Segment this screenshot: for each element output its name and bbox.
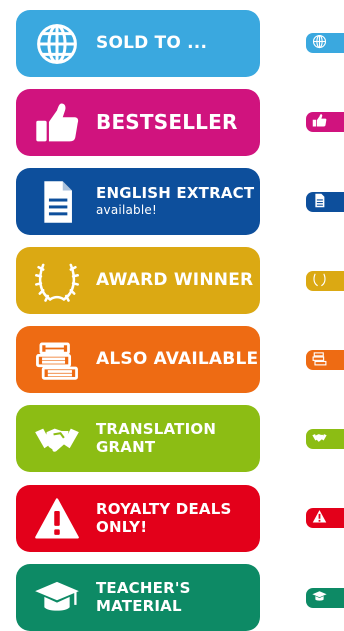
- badge-royalty-deals[interactable]: ROYALTY DEALS ONLY!: [16, 485, 260, 552]
- badge-label: ALSO AVAILABLE: [96, 348, 259, 369]
- badge-sublabel: available!: [96, 203, 157, 218]
- badge-sold-to[interactable]: SOLD TO ...: [16, 10, 260, 77]
- laurel-wreath-icon: [312, 272, 327, 291]
- graduation-cap-icon: [312, 589, 327, 608]
- handshake-icon: [312, 430, 327, 449]
- badge-english-extract[interactable]: ENGLISH EXTRACT available!: [16, 168, 260, 235]
- badge-award-winner[interactable]: AWARD WINNER: [16, 247, 260, 314]
- badge-teachers-material[interactable]: TEACHER'S MATERIAL: [16, 564, 260, 631]
- laurel-wreath-icon: [30, 254, 84, 308]
- badge-translation-grant[interactable]: TRANSLATION GRANT: [16, 405, 260, 472]
- badge-label: SOLD TO ...: [96, 32, 208, 53]
- badge-text: ENGLISH EXTRACT available!: [96, 183, 255, 218]
- warning-icon: [30, 492, 84, 546]
- mini-badge-teachers-material[interactable]: [306, 588, 344, 608]
- badge-also-available[interactable]: ALSO AVAILABLE: [16, 326, 260, 393]
- document-icon: [312, 193, 327, 212]
- handshake-icon: [30, 412, 84, 466]
- badge-label: ENGLISH EXTRACT: [96, 183, 255, 202]
- thumbs-up-icon: [30, 96, 84, 150]
- mini-badge-translation-grant[interactable]: [306, 429, 344, 449]
- badge-bestseller[interactable]: BESTSELLER: [16, 89, 260, 156]
- graduation-cap-icon: [30, 571, 84, 625]
- warning-icon: [312, 509, 327, 528]
- mini-badge-also-available[interactable]: [306, 350, 344, 370]
- mini-badge-sold-to[interactable]: [306, 33, 344, 53]
- document-icon: [30, 175, 84, 229]
- badge-label: ROYALTY DEALS ONLY!: [96, 500, 232, 536]
- books-icon: [312, 351, 327, 370]
- mini-badge-english-extract[interactable]: [306, 192, 344, 212]
- badge-label: TRANSLATION GRANT: [96, 420, 217, 456]
- badge-label: TEACHER'S MATERIAL: [96, 579, 191, 615]
- mini-badge-royalty-deals[interactable]: [306, 508, 344, 528]
- globe-icon: [312, 34, 327, 53]
- globe-icon: [30, 17, 84, 71]
- mini-badge-award-winner[interactable]: [306, 271, 344, 291]
- books-icon: [30, 333, 84, 387]
- thumbs-up-icon: [312, 113, 327, 132]
- badge-label: AWARD WINNER: [96, 269, 254, 290]
- badge-label: BESTSELLER: [96, 110, 238, 134]
- mini-badge-bestseller[interactable]: [306, 112, 344, 132]
